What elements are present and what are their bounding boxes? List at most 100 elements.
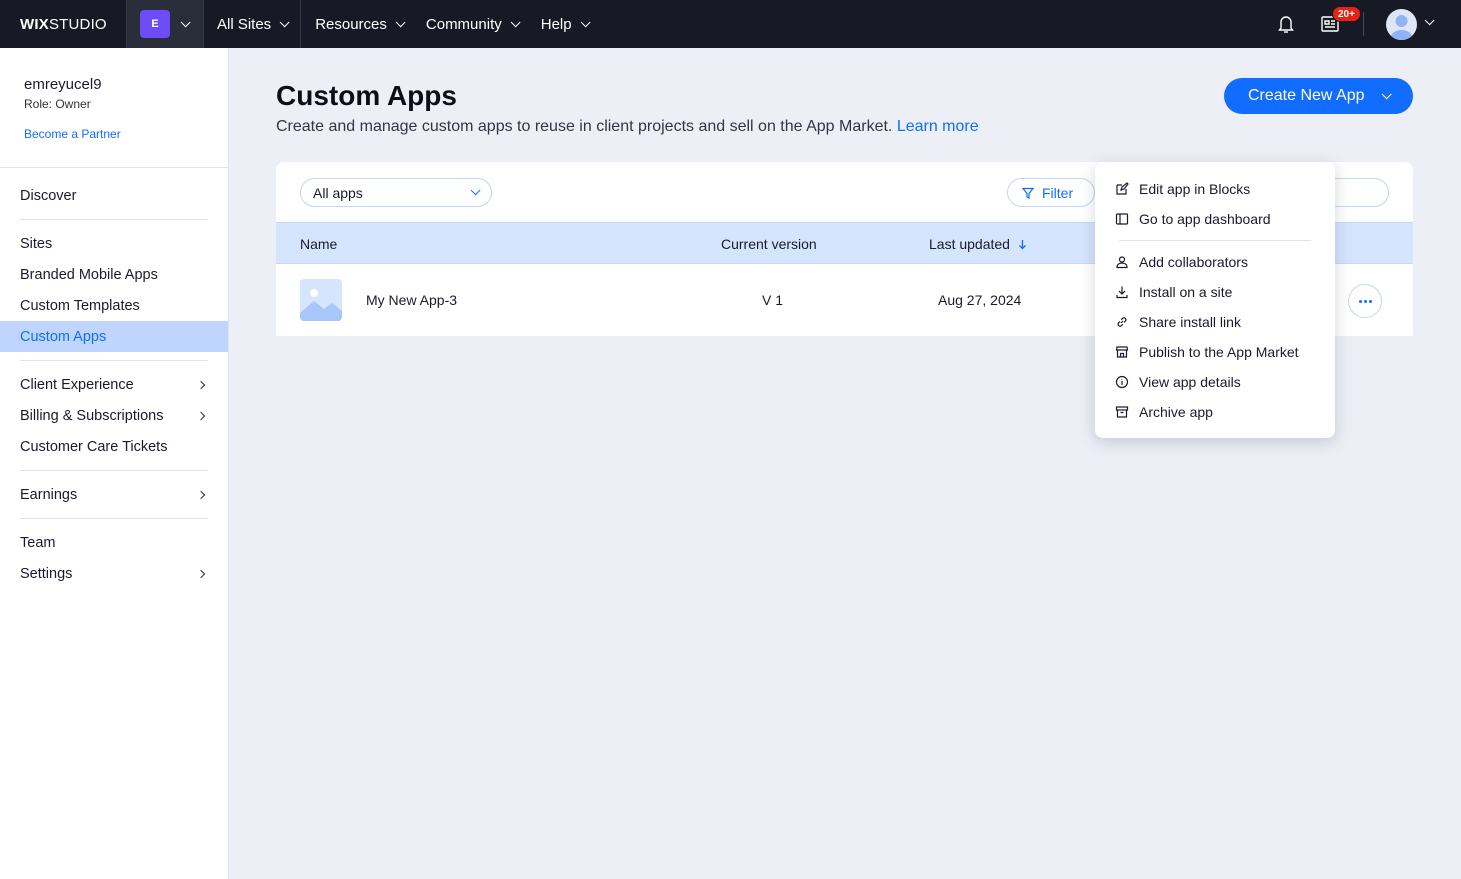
chevron-right-icon bbox=[196, 411, 206, 420]
sidebar-item-label: Settings bbox=[20, 565, 73, 582]
apps-filter-select[interactable]: All apps bbox=[300, 178, 492, 207]
info-icon bbox=[1115, 375, 1129, 389]
sidebar-divider bbox=[20, 470, 208, 471]
chevron-down-icon bbox=[580, 16, 591, 27]
menu-share-install-link[interactable]: Share install link bbox=[1095, 307, 1335, 337]
sidebar-item-label: Discover bbox=[20, 187, 77, 204]
username: emreyucel9 bbox=[24, 76, 102, 93]
menu-label: Install on a site bbox=[1139, 284, 1233, 300]
chevron-right-icon bbox=[196, 569, 206, 578]
sidebar: emreyucel9 Role: Owner Become a Partner … bbox=[0, 48, 229, 879]
menu-go-to-dashboard[interactable]: Go to app dashboard bbox=[1095, 204, 1335, 234]
chevron-down-icon bbox=[1381, 88, 1392, 99]
sidebar-item-label: Team bbox=[20, 534, 56, 551]
avatar[interactable] bbox=[1386, 9, 1417, 40]
sidebar-item-discover[interactable]: Discover bbox=[0, 180, 228, 211]
more-actions-button[interactable] bbox=[1348, 284, 1382, 318]
menu-publish-app-market[interactable]: Publish to the App Market bbox=[1095, 337, 1335, 367]
chevron-down-icon bbox=[395, 16, 406, 27]
header-version[interactable]: Current version bbox=[721, 236, 817, 252]
sidebar-item-label: Branded Mobile Apps bbox=[20, 266, 158, 283]
store-icon bbox=[1115, 346, 1129, 358]
create-button-label: Create New App bbox=[1248, 87, 1365, 104]
sidebar-item-label: Custom Apps bbox=[20, 328, 107, 345]
sidebar-item-billing-and-subscriptions[interactable]: Billing & Subscriptions bbox=[0, 400, 228, 431]
sidebar-item-team[interactable]: Team bbox=[0, 527, 228, 558]
sidebar-item-sites[interactable]: Sites bbox=[0, 228, 228, 259]
chevron-down-icon bbox=[470, 185, 481, 196]
menu-install-on-site[interactable]: Install on a site bbox=[1095, 277, 1335, 307]
menu-label: Add collaborators bbox=[1139, 254, 1248, 270]
become-partner-link[interactable]: Become a Partner bbox=[24, 127, 204, 141]
header-name[interactable]: Name bbox=[300, 236, 337, 252]
menu-label: Share install link bbox=[1139, 314, 1241, 330]
bell-icon[interactable] bbox=[1277, 14, 1295, 34]
sidebar-item-label: Client Experience bbox=[20, 376, 134, 393]
menu-label: Publish to the App Market bbox=[1139, 344, 1299, 360]
sidebar-item-customer-care-tickets[interactable]: Customer Care Tickets bbox=[0, 431, 228, 462]
menu-add-collaborators[interactable]: Add collaborators bbox=[1095, 247, 1335, 277]
sidebar-item-branded-mobile-apps[interactable]: Branded Mobile Apps bbox=[0, 259, 228, 290]
page-subtitle: Create and manage custom apps to reuse i… bbox=[276, 118, 979, 136]
menu-label: Go to app dashboard bbox=[1139, 211, 1271, 227]
more-dot bbox=[1358, 299, 1362, 303]
page-title: Custom Apps bbox=[276, 80, 457, 111]
menu-view-app-details[interactable]: View app details bbox=[1095, 367, 1335, 397]
chevron-down-icon bbox=[180, 16, 191, 27]
sidebar-item-earnings[interactable]: Earnings bbox=[0, 479, 228, 510]
sidebar-item-custom-apps[interactable]: Custom Apps bbox=[0, 321, 228, 352]
nav-resources[interactable]: Resources bbox=[301, 0, 414, 48]
workspace-badge: E bbox=[140, 10, 170, 38]
menu-divider bbox=[1119, 240, 1311, 241]
nav-all-sites[interactable]: All Sites bbox=[204, 0, 302, 48]
wix-studio-logo[interactable]: WIXSTUDIO bbox=[0, 16, 126, 33]
image-placeholder-icon bbox=[300, 289, 342, 321]
filter-label: Filter bbox=[1042, 184, 1074, 201]
nav-help[interactable]: Help bbox=[529, 0, 599, 48]
header-updated[interactable]: Last updated bbox=[929, 236, 1027, 252]
menu-label: View app details bbox=[1139, 374, 1241, 390]
learn-more-link[interactable]: Learn more bbox=[897, 118, 979, 135]
filter-button[interactable]: Filter bbox=[1007, 178, 1095, 207]
nav-community[interactable]: Community bbox=[414, 0, 529, 48]
collaborators-icon bbox=[1116, 256, 1128, 269]
link-icon bbox=[1117, 317, 1127, 327]
select-value: All apps bbox=[313, 184, 363, 201]
app-actions-menu: Edit app in Blocks Go to app dashboard A… bbox=[1095, 162, 1335, 438]
app-last-updated: Aug 27, 2024 bbox=[938, 292, 1022, 308]
sidebar-item-label: Billing & Subscriptions bbox=[20, 407, 164, 424]
menu-edit-in-blocks[interactable]: Edit app in Blocks bbox=[1095, 174, 1335, 204]
archive-icon bbox=[1115, 406, 1129, 418]
sidebar-item-label: Earnings bbox=[20, 486, 78, 503]
chevron-right-icon bbox=[196, 490, 206, 499]
app-version: V 1 bbox=[762, 292, 784, 308]
top-bar: WIXSTUDIO E All Sites Resources Communit… bbox=[0, 0, 1461, 48]
sidebar-divider bbox=[20, 219, 208, 220]
app-name[interactable]: My New App-3 bbox=[366, 292, 457, 308]
sidebar-item-custom-templates[interactable]: Custom Templates bbox=[0, 290, 228, 321]
sidebar-item-label: Custom Templates bbox=[20, 297, 140, 314]
sidebar-item-label: Customer Care Tickets bbox=[20, 438, 168, 455]
download-icon bbox=[1116, 286, 1128, 299]
chevron-right-icon bbox=[196, 380, 206, 389]
chevron-down-icon bbox=[279, 16, 290, 27]
sidebar-item-label: Sites bbox=[20, 235, 53, 252]
menu-label: Archive app bbox=[1139, 404, 1213, 420]
subtitle-text: Create and manage custom apps to reuse i… bbox=[276, 118, 893, 135]
create-new-app-button[interactable]: Create New App bbox=[1224, 78, 1413, 114]
sidebar-item-settings[interactable]: Settings bbox=[0, 558, 228, 589]
user-avatar-icon bbox=[1390, 15, 1413, 40]
menu-archive-app[interactable]: Archive app bbox=[1095, 397, 1335, 427]
nav-label: All Sites bbox=[217, 15, 272, 33]
sidebar-divider bbox=[20, 360, 208, 361]
sidebar-nav: Discover Sites Branded Mobile Apps Custom T… bbox=[0, 168, 228, 589]
workspace-switcher[interactable]: E bbox=[126, 0, 204, 48]
chevron-down-icon bbox=[510, 16, 521, 27]
menu-label: Edit app in Blocks bbox=[1139, 181, 1251, 197]
sidebar-divider bbox=[20, 518, 208, 519]
header-updated-label: Last updated bbox=[929, 236, 1010, 252]
nav-label: Help bbox=[540, 15, 572, 33]
notifications-badge: 20+ bbox=[1332, 6, 1361, 22]
sidebar-item-client-experience[interactable]: Client Experience bbox=[0, 369, 228, 400]
more-dot bbox=[1363, 299, 1367, 303]
